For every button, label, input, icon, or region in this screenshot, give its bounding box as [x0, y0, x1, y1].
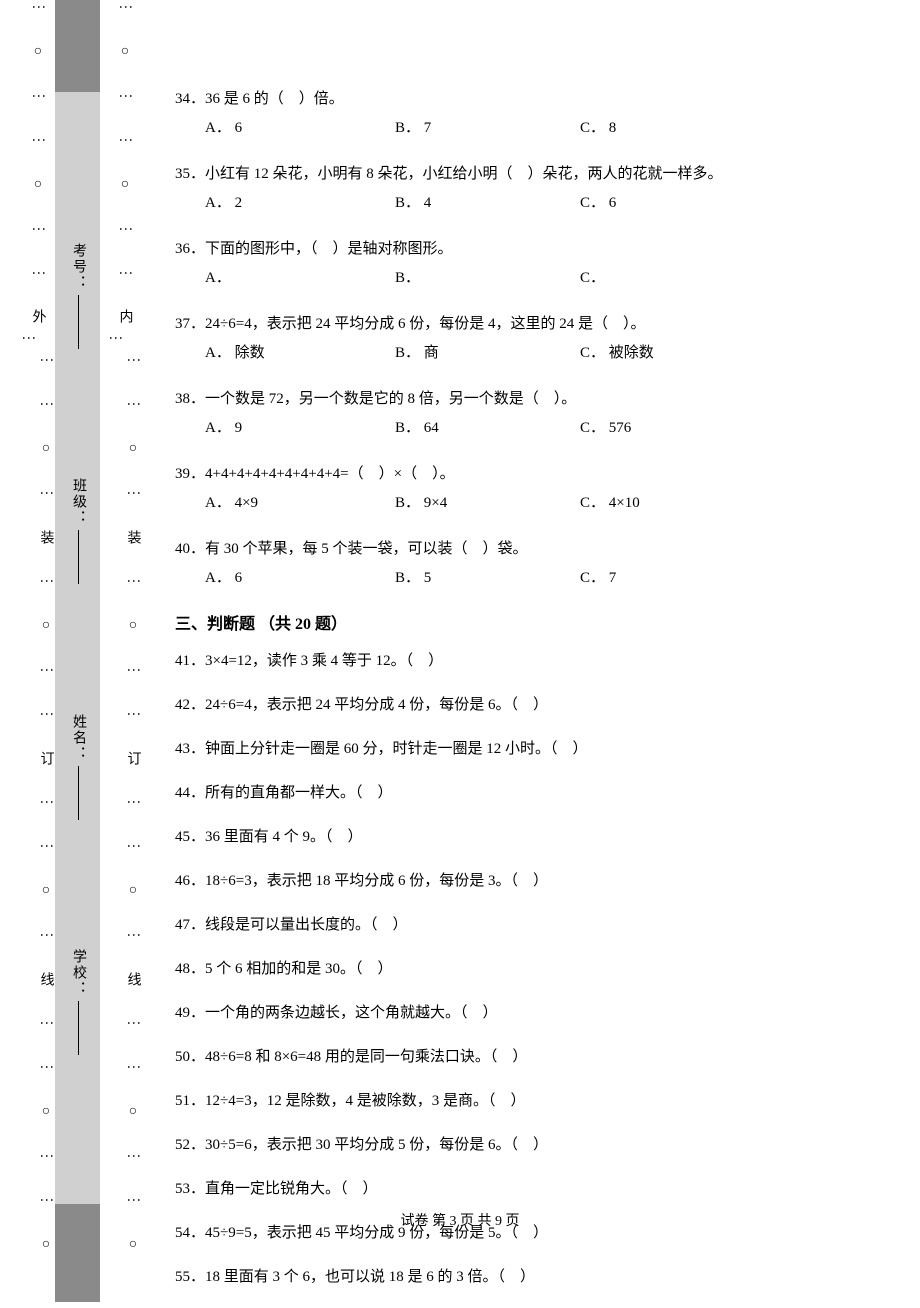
- binding-column-outer: ⋮ ○ ⋮ ⋮ ○ ⋮ ⋮ 外 ⋮ ⋮ ○ ⋮ 装 ⋮ ○ ⋮ ⋮ 订 ⋮ ⋮ …: [25, 0, 50, 1302]
- option-c: C． 8: [580, 114, 616, 143]
- question-stem: 34．36 是 6 的（ ）倍。: [175, 85, 870, 114]
- section-3-header: 三、判断题 （共 20 题）: [175, 610, 870, 634]
- form-label-examno: 考号：: [68, 243, 88, 353]
- binding-inner-text: ⋮ ○ ⋮ ⋮ ○ ⋮ ⋮ 内 ⋮ ⋮ ○ ⋮ 装 ⋮ ○ ⋮ ⋮ 订 ⋮ ⋮ …: [107, 0, 143, 1302]
- option-a: A． 6: [205, 564, 385, 593]
- question-35: 35．小红有 12 朵花，小明有 8 朵花，小红给小明（ ）朵花，两人的花就一样…: [175, 160, 870, 217]
- question-stem: 37．24÷6=4，表示把 24 平均分成 6 份，每份是 4，这里的 24 是…: [175, 310, 870, 339]
- form-labels: 学校： 姓名： 班级： 考号：: [68, 0, 88, 1302]
- question-stem: 40．有 30 个苹果，每 5 个装一袋，可以装（ ）袋。: [175, 535, 870, 564]
- tf-question-47: 47．线段是可以量出长度的。（ ）: [175, 912, 870, 939]
- question-options: A． 除数 B． 商 C． 被除数: [175, 339, 870, 368]
- tf-question-55: 55．18 里面有 3 个 6，也可以说 18 是 6 的 3 倍。（ ）: [175, 1264, 870, 1291]
- option-b: B． 4: [395, 189, 570, 218]
- page-content: 34．36 是 6 的（ ）倍。A． 6B． 7C． 835．小红有 12 朵花…: [175, 85, 870, 1308]
- tf-question-45: 45．36 里面有 4 个 9。（ ）: [175, 824, 870, 851]
- question-options: A． 9 B． 64 C． 576: [175, 414, 870, 443]
- tf-question-41: 41．3×4=12，读作 3 乘 4 等于 12。（ ）: [175, 648, 870, 675]
- tf-question-43: 43．钟面上分针走一圈是 60 分，时针走一圈是 12 小时。（ ）: [175, 736, 870, 763]
- tf-question-46: 46．18÷6=3，表示把 18 平均分成 6 份，每份是 3。（ ）: [175, 868, 870, 895]
- option-b: B． 9×4: [395, 489, 570, 518]
- option-c: C． 7: [580, 564, 616, 593]
- option-a: A． 6: [205, 114, 385, 143]
- tf-question-51: 51．12÷4=3，12 是除数，4 是被除数，3 是商。（ ）: [175, 1088, 870, 1115]
- binding-column-inner: ⋮ ○ ⋮ ⋮ ○ ⋮ ⋮ 内 ⋮ ⋮ ○ ⋮ 装 ⋮ ○ ⋮ ⋮ 订 ⋮ ⋮ …: [112, 0, 137, 1302]
- option-b: B． 商: [395, 339, 570, 368]
- question-37: 37．24÷6=4，表示把 24 平均分成 6 份，每份是 4，这里的 24 是…: [175, 310, 870, 367]
- question-stem: 38．一个数是 72，另一个数是它的 8 倍，另一个数是（ ）。: [175, 385, 870, 414]
- option-c: C． 被除数: [580, 339, 654, 368]
- tf-question-50: 50．48÷6=8 和 8×6=48 用的是同一句乘法口诀。（ ）: [175, 1044, 870, 1071]
- tf-question-48: 48．5 个 6 相加的和是 30。（ ）: [175, 956, 870, 983]
- question-options: A． 4×9 B． 9×4 C． 4×10: [175, 489, 870, 518]
- option-c: C． 4×10: [580, 489, 640, 518]
- question-34: 34．36 是 6 的（ ）倍。A． 6 B． 7 C． 8: [175, 85, 870, 142]
- question-36: 36．下面的图形中，（ ）是轴对称图形。A． B． C．: [175, 235, 870, 292]
- tf-question-53: 53．直角一定比锐角大。（ ）: [175, 1176, 870, 1203]
- option-c: C．: [580, 264, 605, 293]
- option-c: C． 6: [580, 189, 616, 218]
- form-label-school: 学校：: [68, 949, 88, 1059]
- question-38: 38．一个数是 72，另一个数是它的 8 倍，另一个数是（ ）。A． 9 B． 6…: [175, 385, 870, 442]
- question-options: A． B． C．: [175, 264, 870, 293]
- page-footer: 试卷 第 3 页 共 9 页: [0, 1210, 920, 1230]
- option-a: A． 除数: [205, 339, 385, 368]
- question-options: A． 6 B． 7 C． 8: [175, 114, 870, 143]
- question-stem: 35．小红有 12 朵花，小明有 8 朵花，小红给小明（ ）朵花，两人的花就一样…: [175, 160, 870, 189]
- tf-question-49: 49．一个角的两条边越长，这个角就越大。（ ）: [175, 1000, 870, 1027]
- option-b: B． 64: [395, 414, 570, 443]
- form-label-class: 班级：: [68, 478, 88, 588]
- question-options: A． 2 B． 4 C． 6: [175, 189, 870, 218]
- question-options: A． 6 B． 5 C． 7: [175, 564, 870, 593]
- question-stem: 36．下面的图形中，（ ）是轴对称图形。: [175, 235, 870, 264]
- question-40: 40．有 30 个苹果，每 5 个装一袋，可以装（ ）袋。A． 6 B． 5 C． …: [175, 535, 870, 592]
- tf-question-42: 42．24÷6=4，表示把 24 平均分成 4 份，每份是 6。（ ）: [175, 692, 870, 719]
- option-a: A． 9: [205, 414, 385, 443]
- option-a: A．: [205, 264, 385, 293]
- tf-question-44: 44．所有的直角都一样大。（ ）: [175, 780, 870, 807]
- option-a: A． 4×9: [205, 489, 385, 518]
- option-b: B． 7: [395, 114, 570, 143]
- question-stem: 39．4+4+4+4+4+4+4+4+4=（ ）×（ ）。: [175, 460, 870, 489]
- option-b: B．: [395, 264, 570, 293]
- question-39: 39．4+4+4+4+4+4+4+4+4=（ ）×（ ）。A． 4×9 B． 9×…: [175, 460, 870, 517]
- tf-question-52: 52．30÷5=6，表示把 30 平均分成 5 份，每份是 6。（ ）: [175, 1132, 870, 1159]
- option-c: C． 576: [580, 414, 631, 443]
- form-label-name: 姓名：: [68, 714, 88, 824]
- binding-outer-text: ⋮ ○ ⋮ ⋮ ○ ⋮ ⋮ 外 ⋮ ⋮ ○ ⋮ 装 ⋮ ○ ⋮ ⋮ 订 ⋮ ⋮ …: [20, 0, 56, 1302]
- option-a: A． 2: [205, 189, 385, 218]
- option-b: B． 5: [395, 564, 570, 593]
